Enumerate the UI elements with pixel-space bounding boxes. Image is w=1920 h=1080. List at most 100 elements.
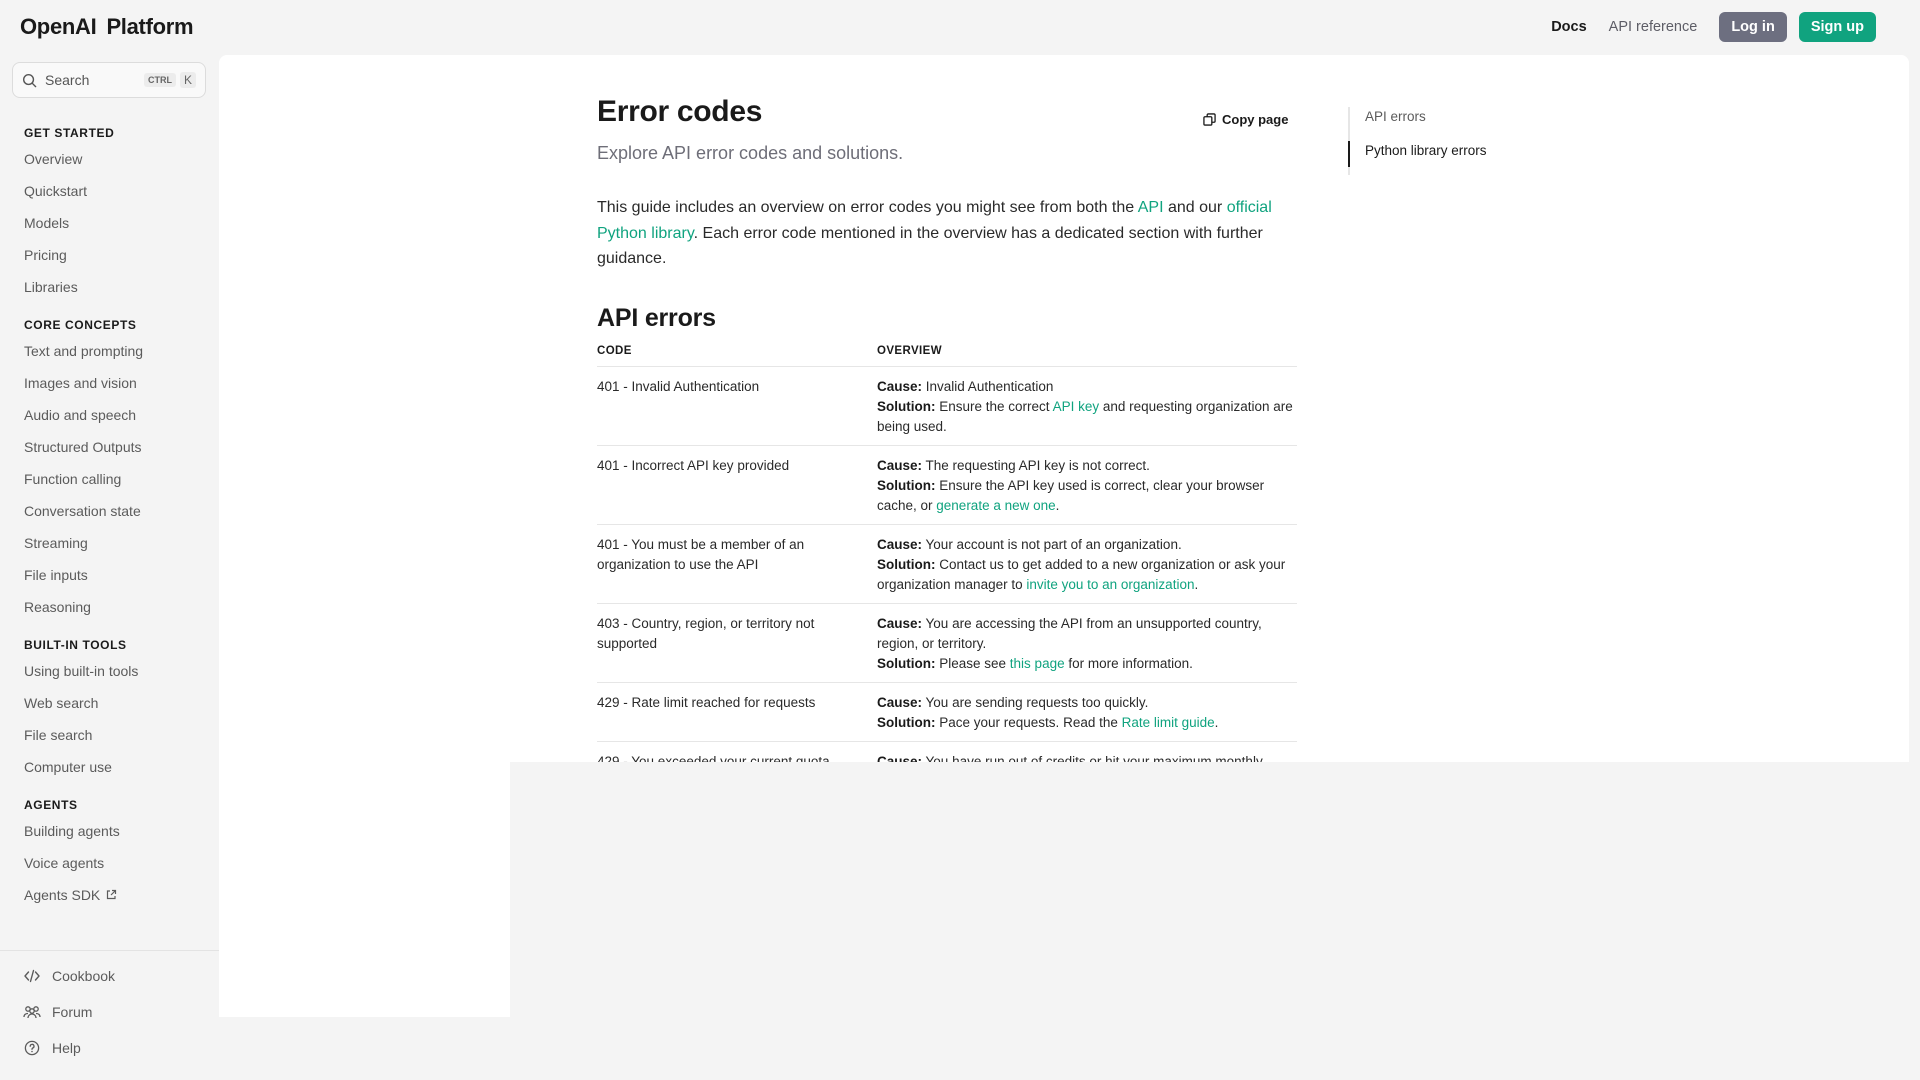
sidebar-item-agents-sdk[interactable]: Agents SDK	[24, 879, 214, 911]
table-row: 403 - Country, region, or territory not …	[597, 604, 1297, 683]
article-viewport: Error codes Copy page Explore API error …	[597, 55, 1297, 762]
top-nav: Docs API reference Log in Sign up	[1551, 12, 1876, 42]
sidebar-item-libraries[interactable]: Libraries	[24, 271, 214, 303]
nav-docs-link[interactable]: Docs	[1551, 19, 1586, 35]
signup-button[interactable]: Sign up	[1798, 12, 1876, 42]
sidebar-item-label: Forum	[52, 1004, 93, 1020]
sidebar-item-structured-outputs[interactable]: Structured Outputs	[24, 431, 214, 463]
rate-limit-guide-link[interactable]: Rate limit guide	[1122, 715, 1215, 730]
page-subtitle: Explore API error codes and solutions.	[597, 143, 904, 163]
intro-text: and our	[1163, 199, 1227, 216]
sidebar-item-images-and-vision[interactable]: Images and vision	[24, 367, 214, 399]
sidebar-footer: Cookbook Forum Help	[22, 958, 115, 1066]
sidebar-item-quickstart[interactable]: Quickstart	[24, 175, 214, 207]
brand-platform: Platform	[106, 14, 194, 39]
solution-text: .	[1194, 577, 1199, 592]
error-code: 429 - Rate limit reached for requests	[597, 695, 816, 710]
sidebar-item-building-agents[interactable]: Building agents	[24, 815, 214, 847]
main-content-panel-lower	[219, 762, 510, 1017]
sidebar-item-cookbook[interactable]: Cookbook	[22, 958, 115, 994]
sidebar-item-label: Help	[52, 1040, 81, 1056]
shortcut-k-key: K	[179, 72, 196, 88]
sidebar-item-function-calling[interactable]: Function calling	[24, 463, 214, 495]
copy-page-label: Copy page	[1222, 112, 1289, 127]
sidebar-section-built-in-tools: BUILT-IN TOOLS Using built-in tools Web …	[24, 635, 214, 783]
sidebar-item-file-inputs[interactable]: File inputs	[24, 559, 214, 591]
sidebar-item-audio-and-speech[interactable]: Audio and speech	[24, 399, 214, 431]
sidebar-item-reasoning[interactable]: Reasoning	[24, 591, 214, 623]
api-link[interactable]: API	[1138, 199, 1164, 216]
sidebar-section-get-started: GET STARTED Overview Quickstart Models P…	[24, 123, 214, 303]
intro-text: . Each error code mentioned in the overv…	[597, 224, 1263, 268]
nav-api-reference-link[interactable]: API reference	[1609, 19, 1698, 35]
cause-text: You are accessing the API from an unsupp…	[877, 616, 1262, 651]
copy-icon	[1203, 113, 1216, 126]
brand-logo[interactable]: OpenAI Platform	[20, 14, 194, 40]
brand-name: OpenAI	[20, 14, 97, 39]
table-row: 401 - Invalid Authentication Cause: Inva…	[597, 367, 1297, 446]
solution-label: Solution:	[877, 715, 936, 730]
sidebar-item-computer-use[interactable]: Computer use	[24, 751, 214, 783]
error-overview: Cause: You are sending requests too quic…	[877, 693, 1297, 733]
cause-label: Cause:	[877, 695, 923, 710]
cause-label: Cause:	[877, 458, 923, 473]
section-title: AGENTS	[24, 798, 78, 812]
login-button[interactable]: Log in	[1719, 12, 1787, 42]
error-codes-table: CODE OVERVIEW 401 - Invalid Authenticati…	[597, 344, 1297, 762]
code-icon	[22, 969, 42, 983]
section-title: BUILT-IN TOOLS	[24, 638, 127, 652]
intro-text: This guide includes an overview on error…	[597, 199, 1138, 216]
this-page-link[interactable]: this page	[1010, 656, 1065, 671]
solution-label: Solution:	[877, 399, 936, 414]
solution-text: for more information.	[1064, 656, 1193, 671]
cause-label: Cause:	[877, 754, 923, 762]
sidebar-item-models[interactable]: Models	[24, 207, 214, 239]
sidebar-item-forum[interactable]: Forum	[22, 994, 115, 1030]
search-label: Search	[45, 72, 90, 88]
toc-item-python-library-errors[interactable]: Python library errors	[1348, 141, 1487, 175]
error-overview: Cause: You are accessing the API from an…	[877, 614, 1297, 674]
solution-label: Solution:	[877, 656, 936, 671]
top-bar: OpenAI Platform Docs API reference Log in…	[0, 0, 1920, 55]
error-code: 401 - Incorrect API key provided	[597, 458, 790, 473]
sidebar-item-voice-agents[interactable]: Voice agents	[24, 847, 214, 879]
search-input[interactable]: Search CTRL K	[12, 62, 206, 98]
error-code: 429 - You exceeded your current quota	[597, 754, 830, 762]
cause-text: The requesting API key is not correct.	[925, 458, 1150, 473]
table-row: 401 - You must be a member of an organiz…	[597, 525, 1297, 604]
section-title: CORE CONCEPTS	[24, 318, 137, 332]
cause-text: You are sending requests too quickly.	[925, 695, 1149, 710]
api-key-link[interactable]: API key	[1053, 399, 1100, 414]
sidebar-item-overview[interactable]: Overview	[24, 143, 214, 175]
cause-label: Cause:	[877, 537, 923, 552]
intro-paragraph: This guide includes an overview on error…	[597, 195, 1297, 272]
column-header-overview: OVERVIEW	[877, 345, 942, 357]
sidebar-item-web-search[interactable]: Web search	[24, 687, 214, 719]
error-code: 401 - Invalid Authentication	[597, 379, 760, 394]
sidebar-item-text-and-prompting[interactable]: Text and prompting	[24, 335, 214, 367]
search-icon	[22, 73, 37, 88]
sidebar-item-streaming[interactable]: Streaming	[24, 527, 214, 559]
sidebar-section-core-concepts: CORE CONCEPTS Text and prompting Images …	[24, 315, 214, 623]
sidebar-nav: GET STARTED Overview Quickstart Models P…	[24, 123, 214, 911]
solution-text: Please see	[939, 656, 1010, 671]
sidebar-item-conversation-state[interactable]: Conversation state	[24, 495, 214, 527]
sidebar-item-pricing[interactable]: Pricing	[24, 239, 214, 271]
sidebar-item-using-built-in-tools[interactable]: Using built-in tools	[24, 655, 214, 687]
sidebar: Search CTRL K GET STARTED Overview Quick…	[0, 55, 219, 1080]
error-overview: Cause: The requesting API key is not cor…	[877, 456, 1297, 516]
cause-text: Your account is not part of an organizat…	[925, 537, 1182, 552]
copy-page-button[interactable]: Copy page	[1203, 112, 1288, 127]
cause-label: Cause:	[877, 616, 923, 631]
toc-item-api-errors[interactable]: API errors	[1350, 107, 1487, 141]
invite-to-organization-link[interactable]: invite you to an organization	[1026, 577, 1194, 592]
shortcut-ctrl-key: CTRL	[143, 73, 176, 87]
generate-new-key-link[interactable]: generate a new one	[936, 498, 1055, 513]
solution-text: .	[1055, 498, 1060, 513]
sidebar-item-help[interactable]: Help	[22, 1030, 115, 1066]
sidebar-section-agents: AGENTS Building agents Voice agents Agen…	[24, 795, 214, 911]
cause-label: Cause:	[877, 379, 923, 394]
sidebar-item-file-search[interactable]: File search	[24, 719, 214, 751]
sidebar-item-label: Cookbook	[52, 968, 116, 984]
api-errors-heading: API errors	[597, 304, 716, 332]
